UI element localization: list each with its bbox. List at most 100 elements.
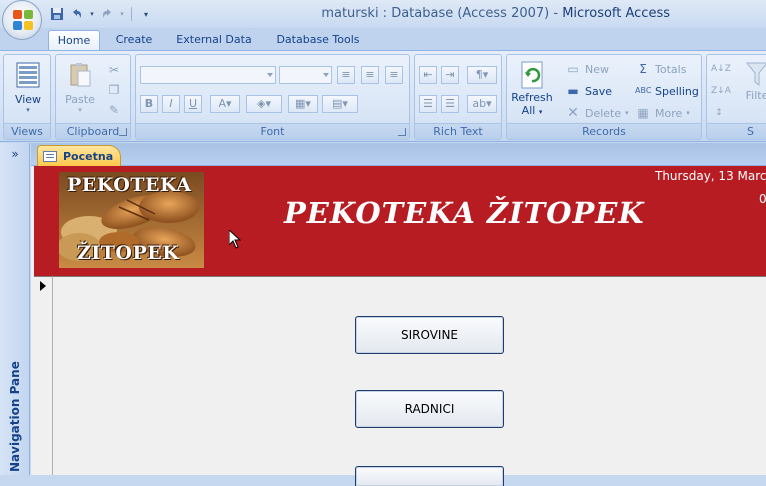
align-left-icon[interactable]: ≡ bbox=[337, 66, 355, 84]
decrease-indent-icon[interactable]: ⇤ bbox=[419, 66, 437, 84]
scissors-icon: ✂ bbox=[108, 63, 120, 77]
bullets-icon[interactable]: ☰ bbox=[441, 95, 459, 113]
third-button[interactable] bbox=[355, 466, 504, 486]
chevron-down-icon: ▾ bbox=[78, 106, 82, 114]
font-size-combo[interactable] bbox=[279, 66, 332, 84]
tab-database-tools[interactable]: Database Tools bbox=[266, 30, 370, 50]
group-label-font: Font bbox=[136, 123, 409, 139]
copy-icon: ❐ bbox=[108, 83, 120, 97]
record-selector[interactable] bbox=[34, 276, 53, 475]
chevron-down-icon: ▾ bbox=[625, 109, 629, 117]
logo-text-line1: PEKOTEKA bbox=[67, 174, 192, 196]
refresh-label: Refresh bbox=[511, 91, 553, 104]
refresh-all-button[interactable]: Refresh All ▾ bbox=[509, 59, 555, 117]
more-label: More bbox=[655, 106, 683, 120]
save-record-label: Save bbox=[585, 84, 613, 98]
group-records: Refresh All ▾ ▭ New ▬ Save ✕ Delete ▾ Σ Total… bbox=[506, 54, 702, 140]
clear-sort-button[interactable]: ↕ bbox=[711, 104, 727, 122]
paragraph-direction-icon[interactable]: ¶▾ bbox=[467, 66, 497, 84]
spelling-button[interactable]: ABC Spelling bbox=[635, 82, 699, 100]
tab-create[interactable]: Create bbox=[106, 30, 162, 50]
filter-button[interactable]: Filte bbox=[741, 59, 766, 102]
new-record-label: New bbox=[585, 62, 609, 76]
document-tab-pocetna[interactable]: Pocetna bbox=[37, 145, 121, 166]
chevron-down-icon bbox=[267, 73, 273, 77]
more-button[interactable]: ▦ More ▾ bbox=[635, 104, 690, 122]
radnici-button[interactable]: RADNICI bbox=[355, 390, 504, 428]
group-views: View ▾ Views bbox=[3, 54, 51, 140]
group-font: ≡ ≡ ≡ B I U A▾ ◈▾ ▦▾ ▤▾ Font bbox=[135, 54, 410, 140]
totals-label: Totals bbox=[655, 62, 687, 76]
title-bar: ▾ ▾ ▾ maturski : Database (Access 2007) … bbox=[0, 0, 766, 28]
filter-label: Filte bbox=[745, 89, 766, 102]
window-title: maturski : Database (Access 2007) - Micr… bbox=[0, 6, 766, 21]
form-icon bbox=[43, 150, 57, 162]
spelling-icon: ABC bbox=[635, 86, 652, 95]
delete-record-label: Delete bbox=[585, 106, 622, 120]
delete-icon: ✕ bbox=[567, 105, 579, 121]
chevron-down-icon bbox=[323, 73, 329, 77]
mouse-cursor-icon bbox=[229, 230, 241, 249]
more-icon: ▦ bbox=[637, 106, 649, 120]
date-display: Thursday, 13 March bbox=[655, 169, 766, 183]
group-clipboard: Paste ▾ ✂ ❐ ✎ Clipboard bbox=[55, 54, 131, 140]
sort-ascending-icon: A↓Z bbox=[711, 64, 731, 74]
italic-icon[interactable]: I bbox=[162, 95, 180, 113]
copy-button[interactable]: ❐ bbox=[106, 81, 122, 99]
ribbon: View ▾ Views Paste ▾ ✂ ❐ ✎ Clipboard ≡ ≡… bbox=[0, 50, 766, 142]
clear-sort-icon: ↕ bbox=[715, 108, 723, 118]
form-pocetna: PEKOTEKA ŽITOPEK PEKOTEKA ŽITOPEK Thursd… bbox=[31, 166, 766, 486]
paste-button-label: Paste bbox=[65, 93, 95, 106]
totals-button[interactable]: Σ Totals bbox=[635, 60, 686, 78]
view-button[interactable]: View ▾ bbox=[10, 61, 46, 114]
view-button-label: View bbox=[14, 93, 42, 106]
nav-pane-label: Navigation Pane bbox=[8, 361, 22, 472]
increase-indent-icon[interactable]: ⇥ bbox=[441, 66, 459, 84]
tab-home[interactable]: Home bbox=[48, 30, 100, 50]
sort-ascending-button[interactable]: A↓Z bbox=[711, 60, 731, 78]
alternate-fill-icon[interactable]: ▤▾ bbox=[322, 95, 358, 113]
numbering-icon[interactable]: ☰ bbox=[419, 95, 437, 113]
save-record-button[interactable]: ▬ Save bbox=[565, 82, 612, 100]
format-painter-button[interactable]: ✎ bbox=[106, 101, 122, 119]
form-detail: SIROVINE RADNICI bbox=[53, 276, 766, 486]
new-record-button[interactable]: ▭ New bbox=[565, 60, 609, 78]
refresh-icon bbox=[521, 61, 543, 89]
current-record-arrow-icon bbox=[40, 281, 46, 291]
font-name-combo[interactable] bbox=[140, 66, 276, 84]
bold-icon[interactable]: B bbox=[140, 95, 158, 113]
fill-color-icon[interactable]: ◈▾ bbox=[246, 95, 282, 113]
filter-icon bbox=[745, 62, 766, 86]
delete-record-button[interactable]: ✕ Delete ▾ bbox=[565, 104, 629, 122]
form-title: PEKOTEKA ŽITOPEK bbox=[284, 196, 645, 230]
paste-button[interactable]: Paste ▾ bbox=[62, 61, 98, 114]
refresh-all-label: All ▾ bbox=[521, 104, 543, 117]
sort-descending-button[interactable]: Z↓A bbox=[711, 82, 731, 100]
underline-icon[interactable]: U bbox=[184, 95, 202, 113]
align-center-icon[interactable]: ≡ bbox=[361, 66, 379, 84]
group-label-records: Records bbox=[507, 123, 701, 139]
nav-pane-expand-icon[interactable]: » bbox=[4, 147, 26, 165]
tab-external-data[interactable]: External Data bbox=[170, 30, 258, 50]
bakery-logo: PEKOTEKA ŽITOPEK bbox=[59, 172, 204, 268]
office-button[interactable] bbox=[2, 0, 42, 40]
document-tab-strip: Pocetna bbox=[31, 143, 766, 166]
office-logo-icon bbox=[13, 10, 33, 30]
highlight-icon[interactable]: ab▾ bbox=[467, 95, 497, 113]
gridlines-icon[interactable]: ▦▾ bbox=[288, 95, 318, 113]
document-tab-label: Pocetna bbox=[63, 149, 114, 163]
window-title-document: maturski : Database (Access 2007) bbox=[321, 6, 550, 21]
font-color-icon[interactable]: A▾ bbox=[210, 95, 240, 113]
align-right-icon[interactable]: ≡ bbox=[385, 66, 403, 84]
sigma-icon: Σ bbox=[639, 62, 647, 76]
chevron-down-icon: ▾ bbox=[686, 109, 690, 117]
group-label-views: Views bbox=[4, 123, 50, 139]
form-header: PEKOTEKA ŽITOPEK PEKOTEKA ŽITOPEK Thursd… bbox=[34, 166, 766, 276]
dialog-launcher-icon[interactable] bbox=[398, 128, 406, 136]
time-display: 08 bbox=[759, 192, 766, 206]
logo-text-line2: ŽITOPEK bbox=[77, 242, 180, 264]
group-label-rich-text: Rich Text bbox=[415, 123, 501, 139]
dialog-launcher-icon[interactable] bbox=[119, 128, 127, 136]
cut-button[interactable]: ✂ bbox=[106, 61, 122, 79]
sirovine-button[interactable]: SIROVINE bbox=[355, 316, 504, 354]
